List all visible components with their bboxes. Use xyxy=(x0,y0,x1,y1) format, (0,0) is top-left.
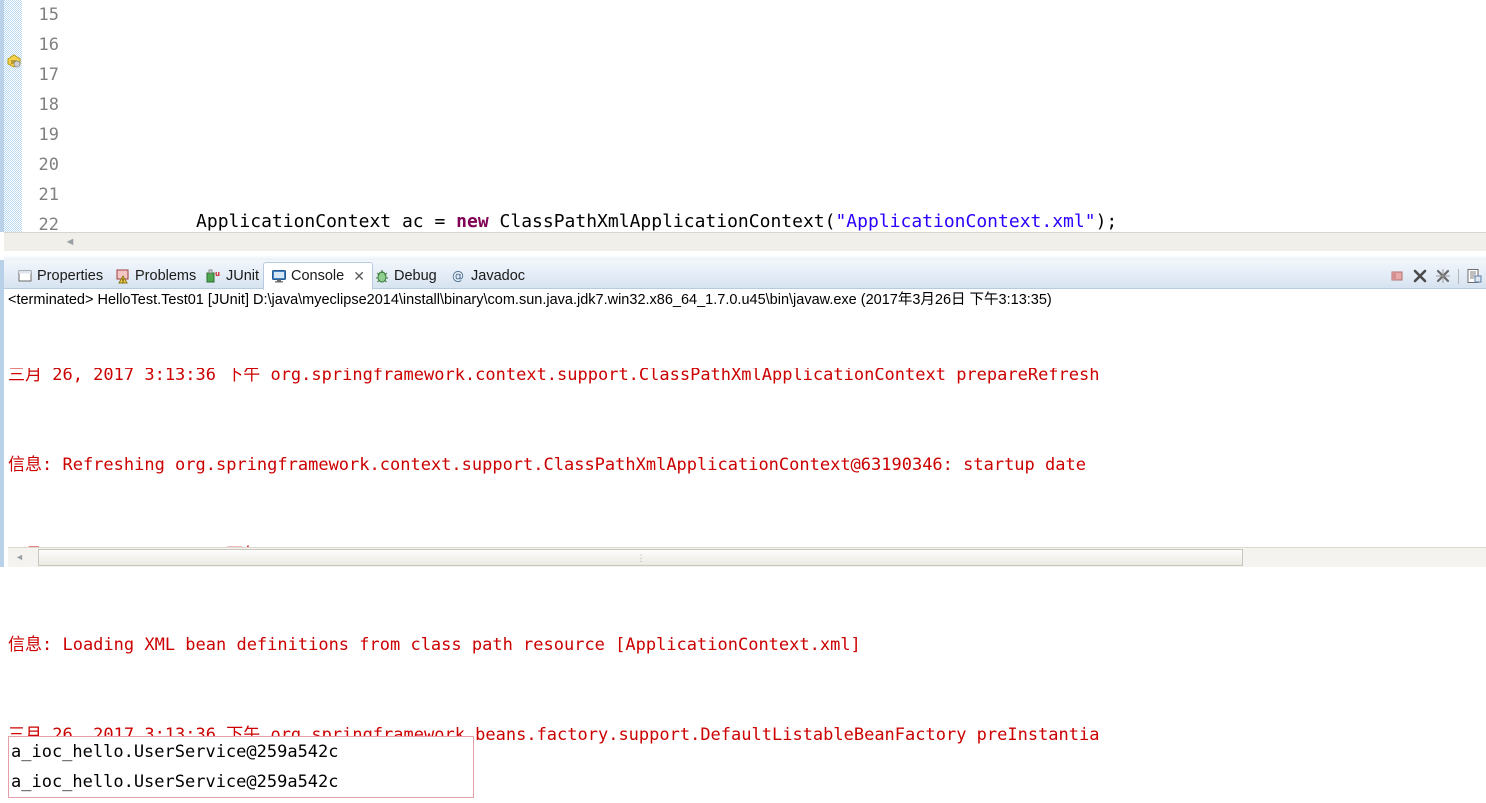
tab-junit[interactable]: u JUnit xyxy=(199,263,266,289)
svg-text:u: u xyxy=(215,270,220,278)
console-toolbar xyxy=(1389,264,1482,288)
console-line: 三月 26, 2017 3:13:36 下午 org.springframewo… xyxy=(8,368,1100,385)
java-editor-pane[interactable]: 15 16 17 18 19 20 21 22 ApplicationConte… xyxy=(0,0,1486,232)
problems-icon xyxy=(115,268,131,284)
remove-all-terminated-icon[interactable] xyxy=(1435,268,1451,284)
tab-label: JUnit xyxy=(226,268,260,284)
line-number: 22 xyxy=(38,215,59,232)
console-line: a_ioc_hello.UserService@259a542c xyxy=(11,772,339,792)
console-line: a_ioc_hello.UserService@259a542c xyxy=(11,742,339,762)
line-number: 17 xyxy=(38,65,59,85)
console-icon xyxy=(271,268,287,284)
view-tabbar: Properties Problems u JUnit Console ✕ De… xyxy=(4,260,1486,290)
console-view: Properties Problems u JUnit Console ✕ De… xyxy=(0,260,1486,798)
line-number: 15 xyxy=(38,5,59,25)
code-variable-warning: ac xyxy=(401,211,424,232)
chevron-left-icon[interactable]: ◄ xyxy=(14,552,25,563)
editor-line-number-ruler: 15 16 17 18 19 20 21 22 xyxy=(22,0,62,232)
line-number: 21 xyxy=(38,185,59,205)
code-string-literal: "ApplicationContext.xml" xyxy=(835,211,1096,232)
tab-properties[interactable]: Properties xyxy=(10,263,110,289)
editor-code-area[interactable]: ApplicationContext ac = new ClassPathXml… xyxy=(66,0,1486,232)
editor-horizontal-scrollbar[interactable]: ◄ xyxy=(4,232,1486,251)
close-icon[interactable]: ✕ xyxy=(353,269,365,283)
tab-label: Problems xyxy=(135,268,197,284)
debug-icon xyxy=(374,268,390,284)
tab-console[interactable]: Console ✕ xyxy=(263,262,373,290)
code-line-17: ApplicationContext ac = new ClassPathXml… xyxy=(66,207,1486,232)
chevron-left-icon[interactable]: ◄ xyxy=(64,236,76,248)
code-line-tail: ); xyxy=(1095,211,1118,232)
line-number: 18 xyxy=(38,95,59,115)
tab-label: Javadoc xyxy=(471,268,526,284)
editor-annotation-ruler[interactable] xyxy=(4,0,22,232)
console-horizontal-scrollbar[interactable]: ◄ ⋮ xyxy=(8,547,1486,567)
tab-label: Properties xyxy=(37,268,104,284)
svg-text:@: @ xyxy=(452,269,464,283)
properties-icon xyxy=(17,268,33,284)
code-operator: = xyxy=(423,211,457,232)
code-constructor-call: ClassPathXmlApplicationContext( xyxy=(488,211,836,232)
junit-icon: u xyxy=(206,268,222,284)
scrollbar-grip: ⋮ xyxy=(636,553,647,563)
line-number: 19 xyxy=(38,125,59,145)
tab-problems[interactable]: Problems xyxy=(108,263,203,289)
tab-debug[interactable]: Debug xyxy=(367,263,444,289)
terminate-icon[interactable] xyxy=(1389,268,1405,284)
tab-label: Debug xyxy=(394,268,437,284)
open-console-icon[interactable] xyxy=(1466,268,1482,284)
tab-label: Console xyxy=(291,268,345,284)
line-number: 16 xyxy=(38,35,59,55)
warning-icon[interactable] xyxy=(6,53,22,69)
scrollbar-thumb[interactable]: ⋮ xyxy=(38,549,1243,566)
console-line: 信息: Refreshing org.springframework.conte… xyxy=(8,455,1086,475)
console-highlighted-output[interactable]: a_ioc_hello.UserService@259a542c a_ioc_h… xyxy=(8,736,474,798)
console-line: 信息: Loading XML bean definitions from cl… xyxy=(8,635,861,655)
code-type-name: ApplicationContext xyxy=(196,211,392,232)
code-keyword-new: new xyxy=(456,211,489,232)
toolbar-separator xyxy=(1458,268,1459,284)
javadoc-icon: @ xyxy=(451,268,467,284)
line-number: 20 xyxy=(38,155,59,175)
remove-launch-icon[interactable] xyxy=(1412,268,1428,284)
tab-javadoc[interactable]: @ Javadoc xyxy=(444,263,532,289)
